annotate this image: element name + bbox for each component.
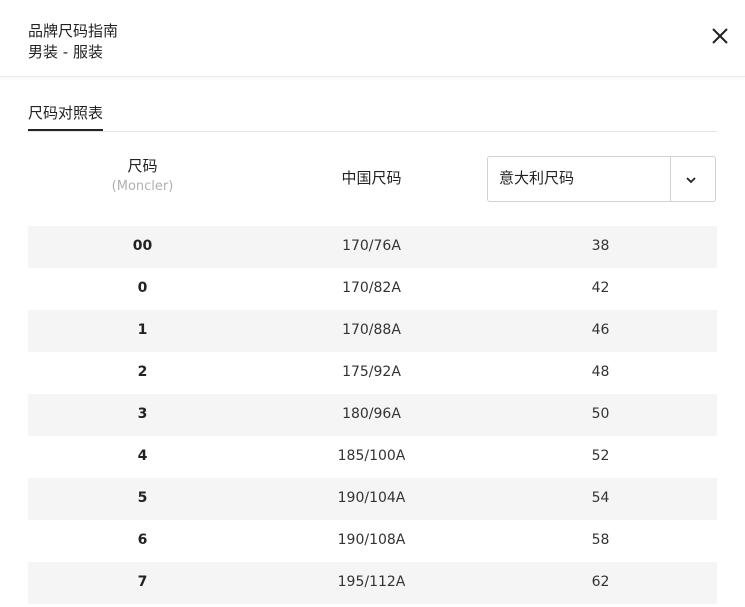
region-size-cell: 58	[591, 532, 610, 548]
region-size-cell: 48	[591, 364, 610, 380]
table-row: 3 180/96A 50	[28, 394, 717, 436]
brand-size-cell: 0	[137, 280, 148, 296]
region-size-cell: 52	[591, 448, 610, 464]
table-row: 2 175/92A 48	[28, 352, 717, 394]
close-icon	[712, 28, 728, 44]
column-header-china-size: 中国尺码	[257, 156, 486, 188]
china-size-cell: 180/96A	[342, 406, 401, 422]
china-size-cell: 170/82A	[342, 280, 401, 296]
table-row: 0 170/82A 42	[28, 268, 717, 310]
region-size-cell: 38	[591, 238, 610, 254]
select-divider	[670, 157, 671, 201]
brand-size-cell: 5	[137, 490, 148, 506]
column-header-brand-name: (Moncler)	[111, 179, 174, 194]
china-size-cell: 170/88A	[342, 322, 401, 338]
table-row: 00 170/76A 38	[28, 226, 717, 268]
modal-header: 品牌尺码指南 男装 - 服装	[0, 0, 745, 77]
table-row: 5 190/104A 54	[28, 478, 717, 520]
brand-size-cell: 00	[132, 238, 153, 254]
region-size-cell: 54	[591, 490, 610, 506]
table-row: 4 185/100A 52	[28, 436, 717, 478]
table-row: 7 195/112A 62	[28, 562, 717, 604]
china-size-cell: 190/108A	[337, 532, 406, 548]
region-size-cell: 46	[591, 322, 610, 338]
brand-size-cell: 3	[137, 406, 148, 422]
size-table: 00 170/76A 38 0 170/82A 42 1 170/88A 4 6 …	[28, 226, 717, 604]
page-subtitle: 男装 - 服装	[28, 43, 103, 61]
column-header-brand-size: 尺码 (Moncler)	[28, 156, 257, 196]
column-header-label: 中国尺码	[341, 169, 402, 187]
close-button[interactable]	[708, 24, 732, 48]
brand-size-cell: 2	[137, 364, 148, 380]
china-size-cell: 175/92A	[342, 364, 401, 380]
tab-size-chart[interactable]: 尺码对照表	[28, 100, 104, 131]
region-size-select[interactable]: 意大利尺码	[487, 156, 716, 202]
brand-size-cell: 1	[137, 322, 148, 338]
brand-size-cell: 4	[137, 448, 148, 464]
tab-bar: 尺码对照表	[28, 100, 717, 132]
region-size-cell: 42	[591, 280, 610, 296]
region-size-cell: 62	[591, 574, 610, 590]
brand-size-cell: 7	[137, 574, 148, 590]
table-row: 1 170/88A 46	[28, 310, 717, 352]
chevron-down-icon	[686, 177, 696, 184]
region-size-select-value: 意大利尺码	[499, 169, 575, 187]
china-size-cell: 185/100A	[337, 448, 406, 464]
china-size-cell: 170/76A	[342, 238, 401, 254]
page-title: 品牌尺码指南	[28, 22, 119, 40]
column-header-label: 尺码	[127, 157, 158, 175]
china-size-cell: 195/112A	[337, 574, 406, 590]
brand-size-cell: 6	[137, 532, 148, 548]
region-size-cell: 50	[591, 406, 610, 422]
china-size-cell: 190/104A	[337, 490, 406, 506]
table-row: 6 190/108A 58	[28, 520, 717, 562]
